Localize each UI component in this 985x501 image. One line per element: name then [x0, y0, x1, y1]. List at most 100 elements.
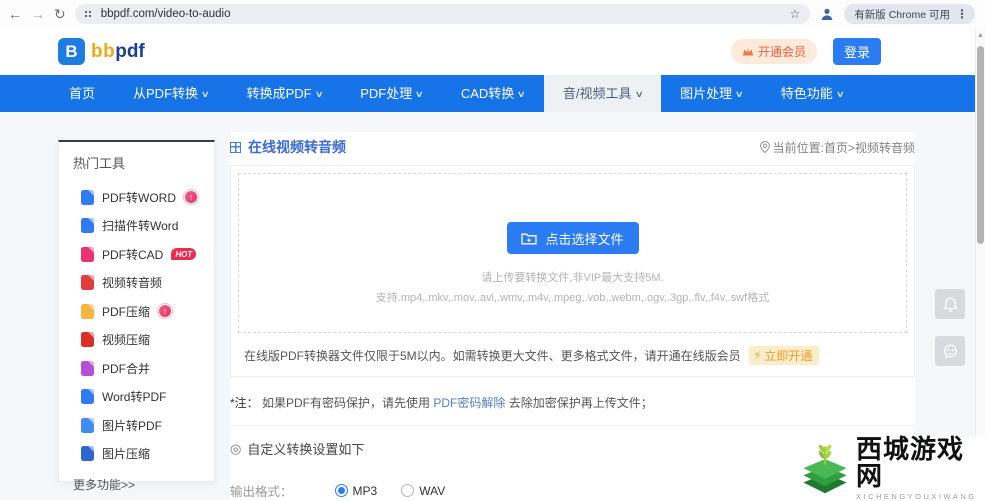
- nav-label: 特色功能: [780, 86, 833, 101]
- nav-item-cad[interactable]: CAD转换 ∨: [442, 75, 544, 112]
- nav-item-from-pdf[interactable]: 从PDF转换 ∨: [114, 75, 228, 112]
- login-button[interactable]: 登录: [833, 38, 881, 65]
- nav-label: 音/视频工具: [562, 86, 632, 101]
- grid-icon: [230, 141, 241, 153]
- file-icon: [81, 189, 94, 205]
- pdf-password-remove-link[interactable]: PDF密码解除: [433, 396, 505, 410]
- tool-label: Word转PDF: [102, 390, 167, 405]
- forward-icon[interactable]: →: [31, 7, 45, 21]
- hot-tools-sidebar: 热门工具 PDF转WORD ↑ 扫描件转Word PDF转CAD HOT 视频转…: [58, 140, 215, 492]
- chevron-down-icon: ∨: [634, 89, 644, 99]
- scroll-up-arrow-icon[interactable]: ▲: [976, 28, 985, 39]
- upload-hint-formats: 支持.mp4,.mkv,.mov,.avi,.wmv,.m4v,.mpeg,.v…: [375, 292, 770, 304]
- file-icon: [81, 303, 94, 319]
- file-icon: [81, 446, 94, 462]
- location-pin-icon: [759, 141, 770, 153]
- file-icon: [81, 417, 94, 433]
- nav-item-features[interactable]: 特色功能 ∨: [762, 75, 863, 112]
- sidebar-item-image-to-pdf[interactable]: 图片转PDF: [73, 411, 214, 440]
- address-bar[interactable]: bbpdf.com/video-to-audio ☆: [74, 4, 811, 24]
- logo-text-bb: bb: [91, 40, 116, 62]
- nav-label: 首页: [69, 86, 96, 101]
- scrollbar-thumb[interactable]: [977, 46, 984, 244]
- floating-service-buttons: [935, 289, 965, 366]
- watermark-logo-icon: [798, 441, 852, 497]
- watermark-title: 西城游戏网: [856, 434, 965, 491]
- sidebar-item-video-compress[interactable]: 视频压缩: [73, 326, 214, 355]
- file-icon: [81, 275, 94, 291]
- nav-item-audio-video[interactable]: 音/视频工具 ∨: [543, 75, 662, 112]
- crown-icon: [742, 47, 754, 57]
- tool-label: 扫描件转Word: [102, 219, 179, 234]
- nav-item-image[interactable]: 图片处理 ∨: [661, 75, 762, 112]
- page-scrollbar[interactable]: ▲: [975, 28, 985, 500]
- bell-icon: [942, 296, 959, 313]
- notification-bell-button[interactable]: [935, 289, 965, 319]
- nav-label: 从PDF转换: [133, 86, 199, 101]
- nav-label: 转换成PDF: [246, 86, 312, 101]
- sidebar-item-pdf-merge[interactable]: PDF合并: [73, 354, 214, 383]
- radio-option-wav[interactable]: WAV: [401, 484, 445, 498]
- chevron-down-icon: ∨: [200, 89, 210, 99]
- sidebar-item-pdf-to-cad[interactable]: PDF转CAD HOT: [73, 240, 214, 269]
- sidebar-item-video-to-audio[interactable]: 视频转音频: [73, 269, 214, 298]
- browser-toolbar: ← → ↻ bbpdf.com/video-to-audio ☆ 有新版 Chr…: [0, 0, 985, 28]
- nav-item-to-pdf[interactable]: 转换成PDF ∨: [228, 75, 342, 112]
- profile-icon[interactable]: [819, 6, 835, 22]
- logo-b-icon: B: [58, 38, 85, 65]
- reload-icon[interactable]: ↻: [54, 7, 66, 21]
- more-tools-link[interactable]: 更多功能>>: [73, 476, 214, 493]
- nav-label: PDF处理: [360, 86, 413, 101]
- chat-face-icon: [942, 343, 959, 360]
- radio-option-mp3[interactable]: MP3: [334, 484, 377, 498]
- sidebar-item-image-compress[interactable]: 图片压缩: [73, 440, 214, 469]
- section-divider: [230, 425, 915, 426]
- open-now-link[interactable]: ⚡ 立即开通: [748, 346, 820, 365]
- back-icon[interactable]: ←: [8, 7, 22, 21]
- open-now-label: 立即开通: [764, 349, 813, 363]
- chrome-update-chip[interactable]: 有新版 Chrome 可用 ⋮: [844, 4, 975, 24]
- file-icon: [81, 360, 94, 376]
- open-vip-button[interactable]: 开通会员: [730, 39, 817, 64]
- hot-up-badge-icon: ↑: [184, 190, 198, 205]
- sidebar-title: 热门工具: [73, 156, 126, 171]
- chevron-down-icon: ∨: [835, 89, 845, 99]
- site-logo[interactable]: B bb pdf: [58, 38, 145, 65]
- page-title: 在线视频转音频: [248, 139, 346, 155]
- nav-item-pdf-process[interactable]: PDF处理 ∨: [341, 75, 442, 112]
- tool-label: PDF合并: [102, 361, 151, 376]
- open-vip-label: 开通会员: [757, 45, 806, 59]
- browser-menu-icon[interactable]: ⋮: [956, 7, 968, 21]
- breadcrumb: 当前位置:首页>视频转音频: [759, 139, 915, 156]
- radio-mp3[interactable]: [334, 484, 348, 497]
- nav-label: CAD转换: [460, 86, 515, 101]
- url-text[interactable]: bbpdf.com/video-to-audio: [101, 8, 782, 20]
- sidebar-item-pdf-compress[interactable]: PDF压缩 ↑: [73, 297, 214, 326]
- tool-label: PDF转WORD: [102, 190, 176, 205]
- chevron-down-icon: ∨: [414, 89, 425, 99]
- sidebar-item-word-to-pdf[interactable]: Word转PDF: [73, 383, 214, 412]
- tool-label: 图片转PDF: [102, 418, 163, 433]
- customer-service-chat-button[interactable]: [935, 336, 965, 366]
- nav-item-home[interactable]: 首页: [50, 75, 114, 112]
- select-file-button[interactable]: 点击选择文件: [506, 222, 639, 254]
- bookmark-star-icon[interactable]: ☆: [790, 7, 801, 21]
- output-format-group: MP3 WAV: [334, 484, 445, 498]
- hot-badge: HOT: [171, 248, 197, 261]
- file-dropzone[interactable]: 点击选择文件 请上传要转换文件,非VIP最大支持5M. 支持.mp4,.mkv,…: [238, 173, 907, 333]
- nav-label: 图片处理: [680, 86, 733, 101]
- tool-label: 图片压缩: [102, 447, 151, 462]
- sidebar-item-scan-to-word[interactable]: 扫描件转Word: [73, 212, 214, 241]
- note-text-after: 去除加密保护再上传文件；: [508, 396, 653, 410]
- tool-label: 视频转音频: [102, 276, 163, 291]
- tool-label: 视频压缩: [102, 333, 151, 348]
- four-dots-icon[interactable]: [84, 11, 87, 13]
- radio-wav-label: WAV: [419, 483, 446, 498]
- screen: ← → ↻ bbpdf.com/video-to-audio ☆ 有新版 Chr…: [0, 0, 985, 501]
- hot-up-badge-icon: ↑: [158, 304, 173, 319]
- radio-wav[interactable]: [401, 484, 415, 497]
- sidebar-item-pdf-to-word[interactable]: PDF转WORD ↑: [73, 183, 214, 212]
- file-icon: [81, 218, 94, 234]
- settings-target-icon: ◎: [230, 440, 242, 456]
- output-format-label: 输出格式：: [230, 485, 293, 499]
